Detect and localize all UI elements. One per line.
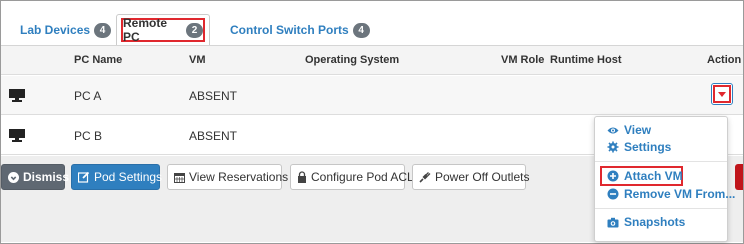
vm-cell: ABSENT — [189, 129, 238, 143]
camera-icon — [607, 216, 619, 228]
action-dropdown-menu: View Settings Attach VM Remove VM From..… — [594, 116, 735, 242]
menu-item-remove-vm[interactable]: Remove VM From... — [607, 186, 735, 202]
tab-bar: Lab Devices 4 Remote PC 2 Control Switch… — [0, 0, 742, 46]
menu-item-settings[interactable]: Settings — [607, 139, 671, 155]
times-circle-icon — [8, 171, 19, 183]
calendar-icon — [174, 172, 185, 183]
view-reservations-label: View Reservations — [189, 170, 289, 184]
plus-circle-icon — [607, 170, 619, 182]
column-header-action: Action — [707, 54, 742, 66]
menu-item-label: View — [624, 123, 652, 137]
action-dropdown-button[interactable] — [711, 83, 733, 105]
pod-settings-button[interactable]: Pod Settings — [71, 164, 163, 190]
monitor-icon — [9, 89, 25, 102]
column-header-runtime-host: Runtime Host — [550, 54, 622, 66]
menu-item-label: Remove VM From... — [624, 187, 736, 201]
pc-name-cell: PC B — [74, 129, 103, 143]
power-off-outlets-button[interactable]: Power Off Outlets — [412, 164, 530, 190]
table-row: PC A ABSENT — [1, 76, 743, 115]
cogs-icon — [607, 141, 619, 153]
highlight-box: Remote PC 2 — [121, 16, 205, 44]
menu-item-snapshots[interactable]: Snapshots — [607, 214, 685, 230]
column-header-vm-role: VM Role — [501, 54, 545, 66]
tab-remote-pc[interactable]: Remote PC 2 — [116, 14, 210, 46]
tab-label: Remote PC — [123, 16, 168, 44]
column-header-pc-name: PC Name — [74, 54, 123, 66]
configure-pod-acl-button[interactable]: Configure Pod ACL — [290, 164, 414, 190]
vm-cell: ABSENT — [189, 89, 238, 103]
tab-control-switch-ports[interactable]: Control Switch Ports 4 — [230, 15, 370, 45]
power-off-outlets-label: Power Off Outlets — [435, 170, 530, 184]
monitor-icon — [9, 129, 25, 142]
menu-divider — [595, 161, 727, 162]
pc-name-cell: PC A — [74, 89, 102, 103]
menu-divider — [595, 208, 727, 209]
count-badge: 4 — [352, 22, 370, 38]
tab-lab-devices[interactable]: Lab Devices 4 — [20, 15, 112, 45]
column-header-vm: VM — [189, 54, 206, 66]
dismiss-button[interactable]: Dismiss — [1, 164, 69, 190]
table-header: PC Name VM Operating System VM Role Runt… — [1, 46, 743, 75]
menu-item-label: Snapshots — [624, 215, 686, 229]
view-reservations-button[interactable]: View Reservations — [167, 164, 288, 190]
count-badge: 4 — [94, 22, 112, 38]
dismiss-label: Dismiss — [23, 170, 70, 184]
column-header-operating-system: Operating System — [305, 54, 400, 66]
menu-item-attach-vm[interactable]: Attach VM — [607, 168, 683, 184]
partially-hidden-button[interactable] — [735, 164, 743, 190]
highlight-box — [713, 85, 731, 103]
menu-item-label: Settings — [624, 140, 672, 154]
caret-down-icon — [718, 91, 726, 97]
plug-icon — [419, 171, 431, 183]
minus-circle-icon — [607, 188, 619, 200]
tab-label: Lab Devices — [20, 23, 91, 37]
edit-icon — [78, 171, 90, 183]
lock-icon — [297, 171, 307, 183]
menu-item-label: Attach VM — [624, 169, 683, 183]
count-badge: 2 — [186, 22, 203, 38]
tab-label: Control Switch Ports — [230, 23, 349, 37]
menu-item-view[interactable]: View — [607, 122, 651, 138]
eye-icon — [607, 124, 619, 136]
pod-settings-label: Pod Settings — [94, 170, 163, 184]
configure-pod-acl-label: Configure Pod ACL — [311, 170, 414, 184]
